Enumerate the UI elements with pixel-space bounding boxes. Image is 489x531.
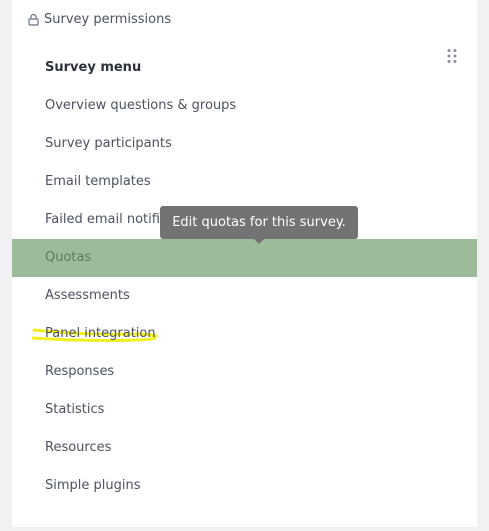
menu-item-label: Responses xyxy=(45,364,115,379)
tooltip-arrow xyxy=(254,239,264,244)
menu-item-overview[interactable]: Overview questions & groups xyxy=(12,87,477,125)
menu-item-label: Simple plugins xyxy=(45,478,141,493)
menu-item-label: Quotas xyxy=(45,250,92,265)
menu-item-label: Overview questions & groups xyxy=(45,98,237,113)
menu-item-responses[interactable]: Responses xyxy=(12,353,477,391)
menu-item-assessments[interactable]: Assessments xyxy=(12,277,477,315)
menu-item-survey-participants[interactable]: Survey participants xyxy=(12,125,477,163)
menu-item-simple-plugins[interactable]: Simple plugins xyxy=(12,467,477,505)
menu-item-label: Statistics xyxy=(45,402,105,417)
drag-handle-icon[interactable] xyxy=(446,48,458,64)
menu-item-label: Email templates xyxy=(45,174,151,189)
survey-menu-title: Survey menu xyxy=(45,60,142,75)
menu-item-label: Assessments xyxy=(45,288,130,303)
menu-item-label: Resources xyxy=(45,440,112,455)
survey-menu-list: Overview questions & groups Survey parti… xyxy=(12,87,477,505)
lock-icon xyxy=(28,13,39,26)
survey-permissions-link[interactable]: Survey permissions xyxy=(28,9,171,29)
menu-item-email-templates[interactable]: Email templates xyxy=(12,163,477,201)
menu-item-label: Survey participants xyxy=(45,136,172,151)
quotas-tooltip: Edit quotas for this survey. xyxy=(160,206,358,244)
survey-permissions-label: Survey permissions xyxy=(44,11,172,27)
menu-item-panel-integration[interactable]: Panel integration xyxy=(12,315,477,353)
menu-item-resources[interactable]: Resources xyxy=(12,429,477,467)
menu-item-statistics[interactable]: Statistics xyxy=(12,391,477,429)
survey-sidebar-panel: Survey permissions Survey menu Overview … xyxy=(12,0,477,527)
menu-item-label: Panel integration xyxy=(45,326,156,341)
tooltip-text: Edit quotas for this survey. xyxy=(172,215,346,230)
menu-item-quotas[interactable]: Quotas xyxy=(12,239,477,277)
